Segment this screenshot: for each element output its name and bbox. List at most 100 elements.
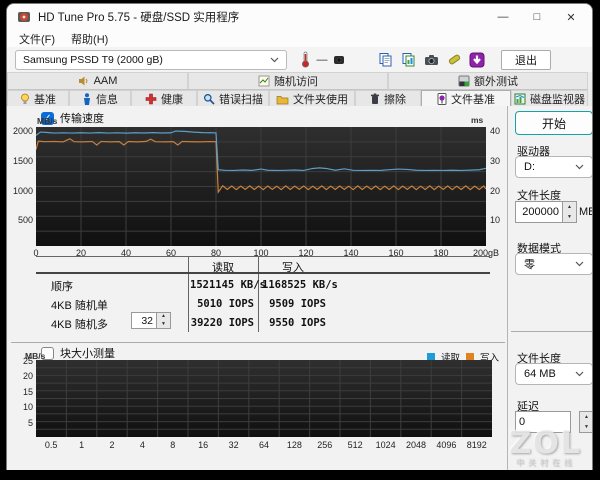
block-size-checkbox-row: 块大小测量	[41, 345, 115, 361]
axis-tick: 1500	[12, 155, 33, 166]
copy-image-icon[interactable]	[398, 50, 418, 70]
file-benchmark-panel: ✓ 传输速度 MB/s ms 2000 1500 1000 500 40 30 20 10 …	[7, 106, 592, 470]
axis-tick: 512	[347, 440, 363, 450]
start-button[interactable]: 开始	[515, 111, 592, 135]
axis-tick: 1000	[12, 185, 33, 196]
download-icon[interactable]	[467, 50, 487, 70]
axis-tick: 2000	[12, 126, 33, 136]
tab-random-access[interactable]: 随机访问	[188, 72, 388, 90]
spin-down-icon[interactable]: ▼	[580, 422, 592, 432]
axis-tick: 16	[198, 440, 209, 450]
row-4k-single-label: 4KB 随机单	[51, 300, 108, 312]
maximize-button[interactable]: □	[520, 5, 554, 29]
row-sequential-label: 顺序	[51, 281, 73, 293]
drive-selector-value: Samsung PSSD T9 (2000 gB)	[23, 53, 163, 66]
chart1-y-unit-label: MB/s	[37, 116, 58, 126]
panel-separator	[507, 106, 508, 470]
camera-icon[interactable]	[421, 50, 441, 70]
block-file-length-dropdown[interactable]: 64 MB	[515, 363, 592, 385]
save-screenshot-icon[interactable]	[444, 50, 464, 70]
block-size-chart	[36, 360, 492, 437]
tab-label: 擦除	[384, 94, 406, 106]
menu-help[interactable]: 帮助(H)	[71, 31, 108, 47]
file-benchmark-icon	[437, 93, 447, 105]
axis-tick: 2	[109, 440, 115, 450]
chevron-down-icon	[575, 261, 584, 267]
titlebar: HD Tune Pro 5.75 - 硬盘/SSD 实用程序 — □ ✕	[7, 4, 592, 30]
info-icon	[82, 93, 92, 105]
axis-tick: 20	[490, 185, 501, 196]
spin-up-icon[interactable]: ▲	[157, 313, 170, 321]
tab-label: 基准	[34, 94, 56, 106]
axis-tick: 10	[22, 402, 33, 413]
axis-tick: 4096	[436, 440, 457, 450]
file-length-unit: MB	[579, 206, 592, 218]
axis-tick: 4	[139, 440, 145, 450]
tab-aam[interactable]: AAM	[7, 72, 188, 90]
row-sequential-write: 1168525 KB/s	[262, 279, 338, 291]
spin-up-icon[interactable]: ▲	[580, 412, 592, 422]
temperature-icon[interactable]	[295, 50, 315, 70]
axis-tick: 128	[286, 440, 302, 450]
axis-tick: 256	[317, 440, 333, 450]
sidebar-divider	[511, 331, 592, 332]
axis-tick: 10	[490, 215, 501, 226]
app-icon	[17, 10, 31, 24]
spin-down-icon[interactable]: ▼	[563, 212, 576, 222]
axis-tick: 1	[79, 440, 85, 450]
axis-tick: 2048	[405, 440, 427, 450]
spin-up-icon[interactable]: ▲	[563, 202, 576, 212]
minimize-button[interactable]: —	[486, 5, 520, 29]
chart1-y2-unit-label: ms	[471, 115, 484, 125]
queue-depth-spinner[interactable]: 32 ▲ ▼	[131, 312, 171, 329]
axis-tick: 64	[258, 440, 269, 450]
delay-spinner-buttons[interactable]: ▲ ▼	[579, 411, 592, 433]
exit-button[interactable]: 退出	[501, 49, 551, 70]
copy-text-icon[interactable]	[375, 50, 395, 70]
axis-tick: 32	[228, 440, 239, 450]
tab-label: 文件夹使用	[293, 94, 348, 106]
drive-selector-dropdown[interactable]: Samsung PSSD T9 (2000 gB)	[15, 49, 287, 70]
axis-tick: 40	[490, 126, 501, 136]
screenshot-root: { "window": { "title": "HD Tune Pro 5.75…	[0, 0, 600, 480]
drive-dropdown[interactable]: D:	[515, 156, 592, 178]
delay-input[interactable]: 0	[515, 411, 571, 433]
queue-depth-value[interactable]: 32	[131, 312, 157, 329]
disk-monitor-icon	[514, 93, 526, 105]
folder-icon	[276, 94, 289, 105]
temperature-unit-icon[interactable]	[329, 50, 349, 70]
trash-icon	[370, 93, 380, 105]
disk-test-icon	[458, 75, 470, 87]
app-window: HD Tune Pro 5.75 - 硬盘/SSD 实用程序 — □ ✕ 文件(…	[6, 3, 593, 470]
chevron-down-icon	[575, 371, 584, 377]
file-length-spinner[interactable]: 200000 ▲ ▼	[515, 201, 577, 223]
file-length-value[interactable]: 200000	[515, 201, 563, 223]
spin-down-icon[interactable]: ▼	[157, 321, 170, 329]
tab-label: 错误扫描	[219, 94, 263, 106]
row-4k-single-read: 5010 IOPS	[197, 298, 254, 310]
tab-label: 额外测试	[474, 76, 518, 88]
chevron-down-icon	[575, 164, 584, 170]
row-sequential-read: 1521145 KB/s	[190, 279, 266, 291]
magnifier-icon	[203, 93, 215, 105]
row-4k-single-write: 9509 IOPS	[269, 298, 326, 310]
axis-tick: 30	[490, 155, 501, 166]
tabrow-secondary: AAM 随机访问 额外测试	[7, 72, 592, 90]
tab-extra-tests[interactable]: 额外测试	[388, 72, 588, 90]
data-mode-dropdown[interactable]: 零	[515, 253, 592, 275]
menubar: 文件(F) 帮助(H)	[7, 30, 592, 47]
lightbulb-icon	[20, 93, 30, 105]
menu-file[interactable]: 文件(F)	[19, 31, 55, 47]
axis-tick: 15	[22, 386, 33, 397]
row-4k-multi-write: 9550 IOPS	[269, 317, 326, 329]
chevron-down-icon	[270, 57, 279, 62]
axis-tick: 1024	[375, 440, 396, 450]
tab-label: AAM	[93, 75, 118, 87]
axis-tick: 8	[170, 440, 176, 450]
axis-tick: 5	[27, 417, 33, 428]
axis-tick: 20	[22, 371, 33, 382]
axis-tick: 8192	[466, 440, 487, 450]
close-button[interactable]: ✕	[554, 5, 588, 29]
drive-dropdown-value: D:	[524, 161, 535, 173]
transfer-speed-label: 传输速度	[60, 113, 104, 125]
